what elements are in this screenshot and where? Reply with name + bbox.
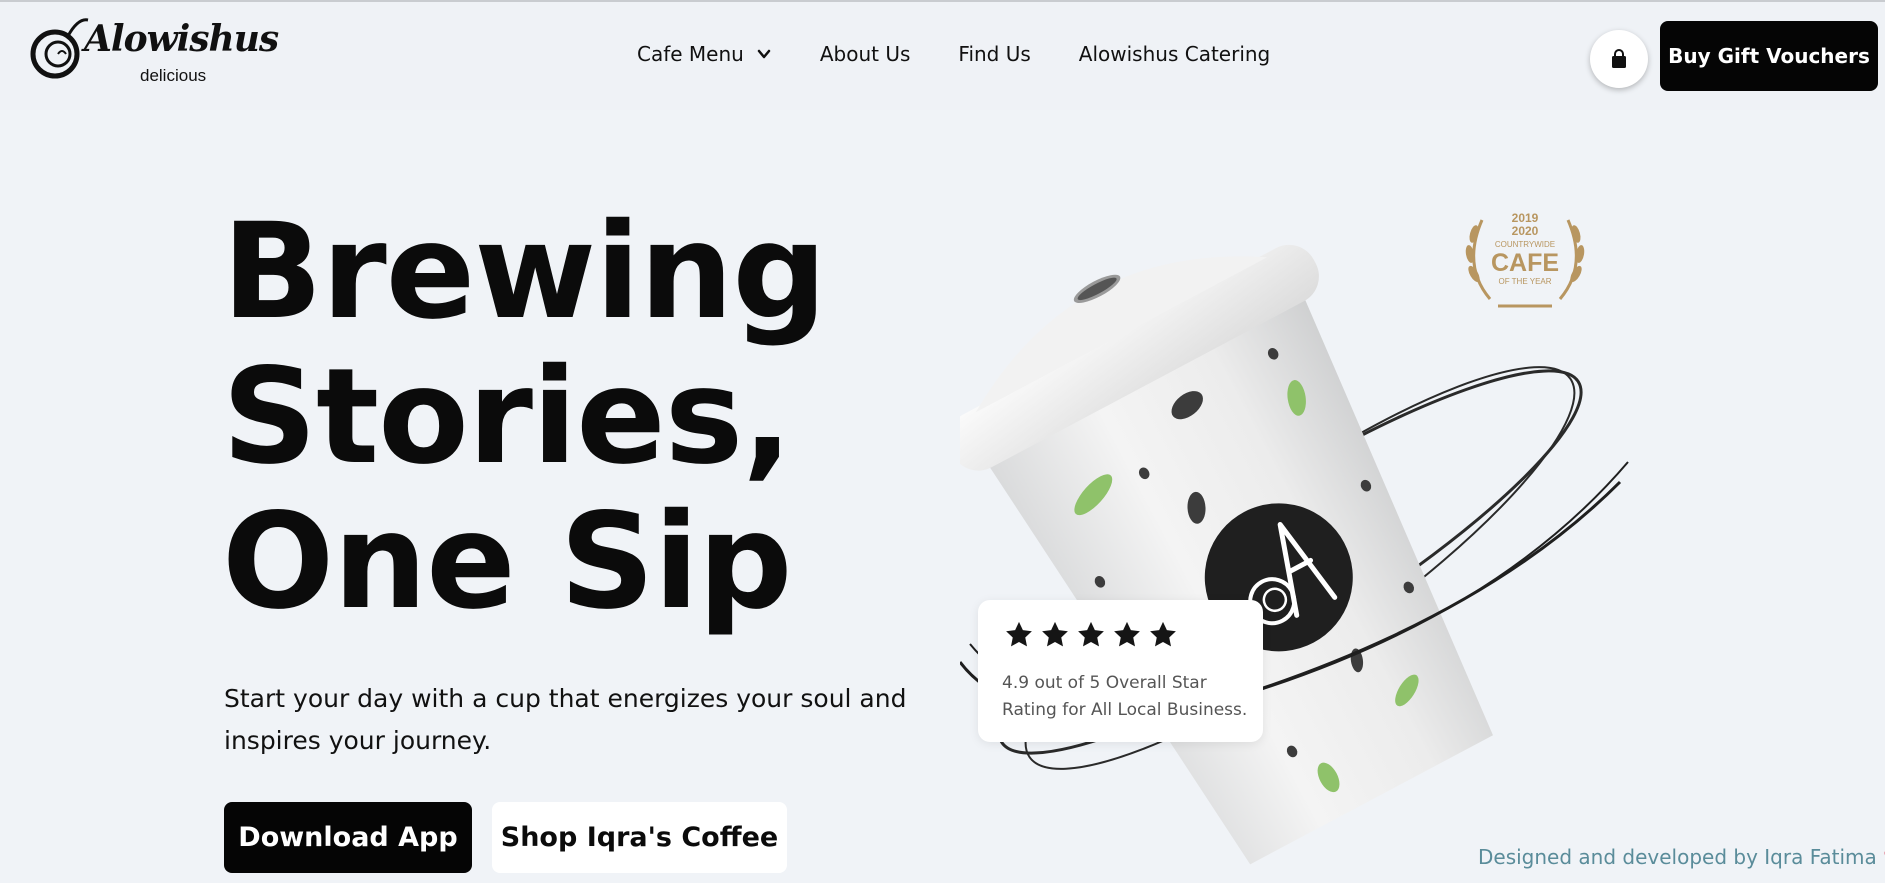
award-line3: OF THE YEAR <box>1498 277 1551 286</box>
shop-coffee-button[interactable]: Shop Iqra's Coffee <box>492 802 787 873</box>
hero-subtitle: Start your day with a cup that energizes… <box>224 678 924 762</box>
nav-find-us-label: Find Us <box>958 42 1031 66</box>
buy-gift-vouchers-button[interactable]: Buy Gift Vouchers <box>1660 21 1878 91</box>
shopping-bag-icon <box>1612 49 1626 68</box>
nav-cafe-menu[interactable]: Cafe Menu <box>637 42 772 66</box>
nav-find-us[interactable]: Find Us <box>958 42 1030 66</box>
hero-subtitle-line-2: inspires your journey. <box>224 726 492 755</box>
star-rating <box>1004 620 1184 650</box>
award-line1: COUNTRYWIDE <box>1495 240 1555 249</box>
award-line2: CAFE <box>1491 249 1559 277</box>
brand-logo-mark <box>30 18 89 79</box>
developer-credit: Designed and developed by Iqra Fatima♥ <box>1478 845 1885 869</box>
hero-title-line-2: Stories, <box>222 340 792 494</box>
hero-subtitle-line-1: Start your day with a cup that energizes… <box>224 684 907 713</box>
download-app-button[interactable]: Download App <box>224 802 472 873</box>
main-nav: Cafe Menu About Us Find Us Alowishus Cat… <box>637 42 1318 66</box>
cafe-of-the-year-award-badge: 2019 2020 COUNTRYWIDE CAFE OF THE YEAR <box>1465 211 1585 308</box>
rating-text-line-1: 4.9 out of 5 Overall Star <box>1002 673 1207 693</box>
nav-cafe-menu-label: Cafe Menu <box>637 42 744 66</box>
credit-text: Designed and developed by Iqra Fatima <box>1478 845 1877 869</box>
hero-title-line-3: One Sip <box>222 485 792 639</box>
award-year-2019: 2019 <box>1512 211 1539 225</box>
nav-about-us[interactable]: About Us <box>820 42 911 66</box>
rating-text-line-2: Rating for All Local Business. <box>1002 700 1248 720</box>
chevron-down-icon <box>757 49 771 59</box>
nav-about-us-label: About Us <box>819 42 911 66</box>
nav-catering[interactable]: Alowishus Catering <box>1079 42 1270 66</box>
star-icon <box>1150 621 1176 647</box>
nav-catering-label: Alowishus Catering <box>1078 42 1271 66</box>
hero-title-line-1: Brewing <box>222 195 827 349</box>
hero-title: Brewing Stories, One Sip <box>222 200 942 635</box>
star-icon <box>1006 621 1032 647</box>
site-header: Alowishus delicious Cafe Menu About Us F… <box>0 2 1885 110</box>
star-icon <box>1042 621 1068 647</box>
rating-text: 4.9 out of 5 Overall Star Rating for All… <box>1002 670 1252 724</box>
star-icon <box>1114 621 1140 647</box>
brand-name: Alowishus <box>84 18 279 60</box>
star-icon <box>1078 621 1104 647</box>
award-year-2020: 2020 <box>1512 224 1539 238</box>
brand-logo[interactable]: Alowishus delicious <box>28 14 279 104</box>
rating-card: 4.9 out of 5 Overall Star Rating for All… <box>978 600 1263 742</box>
cart-button[interactable] <box>1590 30 1648 88</box>
brand-tagline: delicious <box>140 66 207 85</box>
